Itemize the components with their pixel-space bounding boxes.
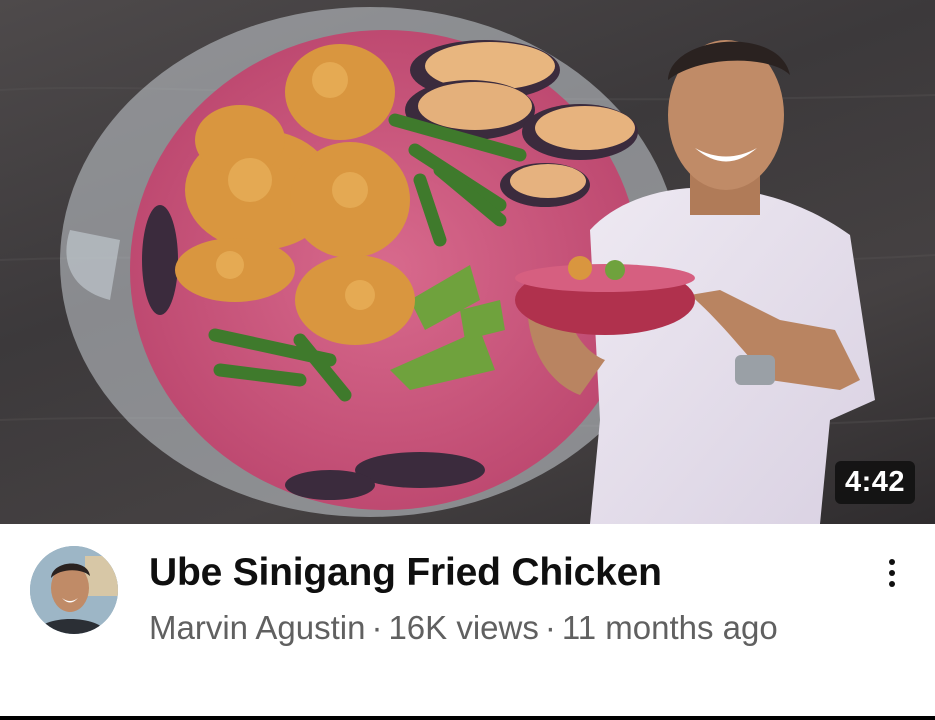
- video-subtitle: Marvin Agustin · 16K views · 11 months ago: [149, 606, 839, 650]
- separator: ·: [371, 609, 383, 646]
- avatar-image: [30, 546, 118, 634]
- video-thumbnail[interactable]: 4:42: [0, 0, 935, 524]
- channel-avatar[interactable]: [30, 546, 118, 634]
- video-card[interactable]: 4:42 Ube Sinigang Fried Chicken Marvin A…: [0, 0, 935, 716]
- vertical-ellipsis-icon: [889, 581, 895, 587]
- vertical-ellipsis-icon: [889, 559, 895, 565]
- separator: ·: [544, 609, 556, 646]
- upload-age: 11 months ago: [561, 609, 778, 646]
- video-title[interactable]: Ube Sinigang Fried Chicken: [149, 550, 849, 596]
- vertical-ellipsis-icon: [889, 570, 895, 576]
- video-metadata: Ube Sinigang Fried Chicken Marvin Agusti…: [0, 524, 935, 716]
- channel-name[interactable]: Marvin Agustin: [149, 609, 365, 646]
- thumbnail-image: [0, 7, 935, 524]
- view-count: 16K views: [388, 609, 539, 646]
- more-options-button[interactable]: [872, 548, 912, 598]
- duration-badge: 4:42: [834, 461, 915, 504]
